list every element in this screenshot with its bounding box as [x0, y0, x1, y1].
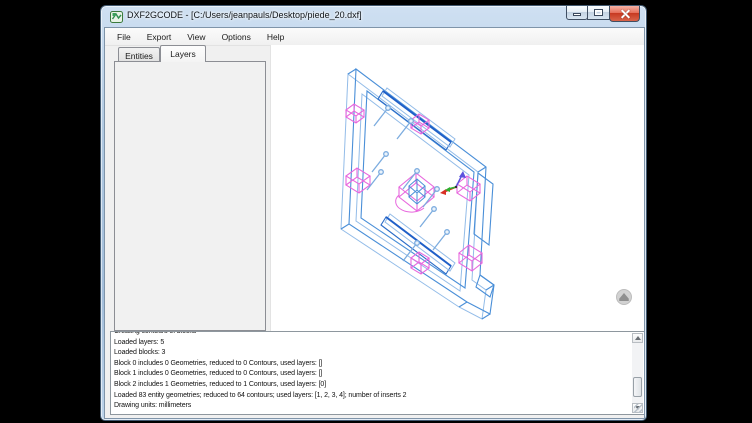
axis-indicator — [440, 171, 466, 195]
log-line: Drawing units: millimeters — [114, 401, 630, 412]
log-lines: Creating contours of blocks Loaded layer… — [114, 332, 630, 414]
screen: DXF2GCODE - [C:/Users/jeanpauls/Desktop/… — [0, 0, 752, 423]
close-icon — [620, 9, 629, 18]
drill-pin — [433, 230, 449, 250]
caption-buttons — [567, 6, 640, 24]
menu-file[interactable]: File — [109, 29, 139, 45]
window-title: DXF2GCODE - [C:/Users/jeanpauls/Desktop/… — [127, 10, 362, 20]
tab-layers[interactable]: Layers — [160, 45, 206, 62]
menu-view[interactable]: View — [179, 29, 213, 45]
close-button[interactable] — [609, 6, 640, 22]
drill-pin — [367, 170, 383, 190]
tab-entities[interactable]: Entities — [118, 47, 160, 61]
titlebar[interactable]: DXF2GCODE - [C:/Users/jeanpauls/Desktop/… — [101, 6, 646, 27]
menu-help[interactable]: Help — [259, 29, 292, 45]
log-vscroll-thumb[interactable] — [633, 377, 642, 397]
log-line: Loaded blocks: 3 — [114, 348, 630, 359]
app-window: DXF2GCODE - [C:/Users/jeanpauls/Desktop/… — [100, 5, 647, 421]
log-line: Block 0 includes 0 Geometries, reduced t… — [114, 359, 630, 370]
app-icon — [110, 10, 123, 23]
autoscroll-origin-marker — [617, 290, 632, 305]
wireframe-drawing — [271, 45, 645, 332]
log-output[interactable]: Creating contours of blocks Loaded layer… — [110, 331, 645, 415]
viewport-3d[interactable] — [270, 45, 644, 332]
minimize-button[interactable] — [566, 6, 588, 20]
log-line: Block 1 includes 0 Geometries, reduced t… — [114, 369, 630, 380]
menu-export[interactable]: Export — [139, 29, 180, 45]
bottom-step — [476, 275, 494, 297]
menu-options[interactable]: Options — [214, 29, 259, 45]
log-line: Loaded 83 entity geometries; reduced to … — [114, 391, 630, 402]
layers-panel — [114, 61, 266, 331]
resize-grip[interactable] — [634, 404, 643, 413]
maximize-button[interactable] — [587, 6, 610, 20]
menubar: File Export View Options Help — [105, 28, 644, 46]
center-inner-box — [409, 179, 425, 204]
log-line: Block 2 includes 1 Geometries, reduced t… — [114, 380, 630, 391]
minimize-icon — [573, 13, 581, 16]
maximize-icon — [594, 9, 603, 16]
pockets-magenta — [346, 104, 482, 274]
log-vertical-scrollbar[interactable] — [632, 333, 643, 413]
scroll-up-button[interactable] — [632, 333, 643, 343]
window-body: File Export View Options Help Entities L… — [104, 27, 645, 419]
log-line: Loaded layers: 5 — [114, 338, 630, 349]
drill-pin — [372, 152, 388, 172]
